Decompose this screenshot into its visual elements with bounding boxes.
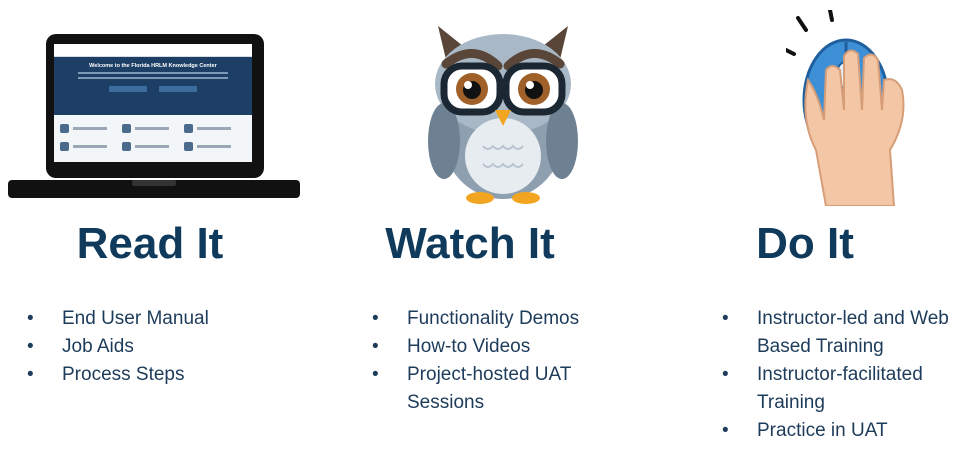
heading-watch-it: Watch It (385, 219, 555, 268)
list-item: End User Manual (27, 305, 209, 333)
watch-it-list: Functionality Demos How-to Videos Projec… (372, 305, 612, 417)
list-item: Practice in UAT (722, 417, 960, 445)
heading-do-it: Do It (756, 219, 854, 268)
list-item: Project-hosted UAT Sessions (372, 361, 612, 417)
list-item: Process Steps (27, 361, 209, 389)
list-item: Instructor-facilitated Training (722, 361, 960, 417)
read-it-list: End User Manual Job Aids Process Steps (27, 305, 209, 389)
list-item: How-to Videos (372, 333, 612, 361)
column-read-it: Read It End User Manual Job Aids Process… (0, 0, 320, 449)
list-item: Job Aids (27, 333, 209, 361)
list-item: Functionality Demos (372, 305, 612, 333)
heading-read-it: Read It (76, 219, 224, 268)
column-watch-it: Watch It Functionality Demos How-to Vide… (320, 0, 640, 449)
do-it-list: Instructor-led and Web Based Training In… (722, 305, 960, 445)
list-item: Instructor-led and Web Based Training (722, 305, 960, 361)
column-do-it: Do It Instructor-led and Web Based Train… (640, 0, 960, 449)
